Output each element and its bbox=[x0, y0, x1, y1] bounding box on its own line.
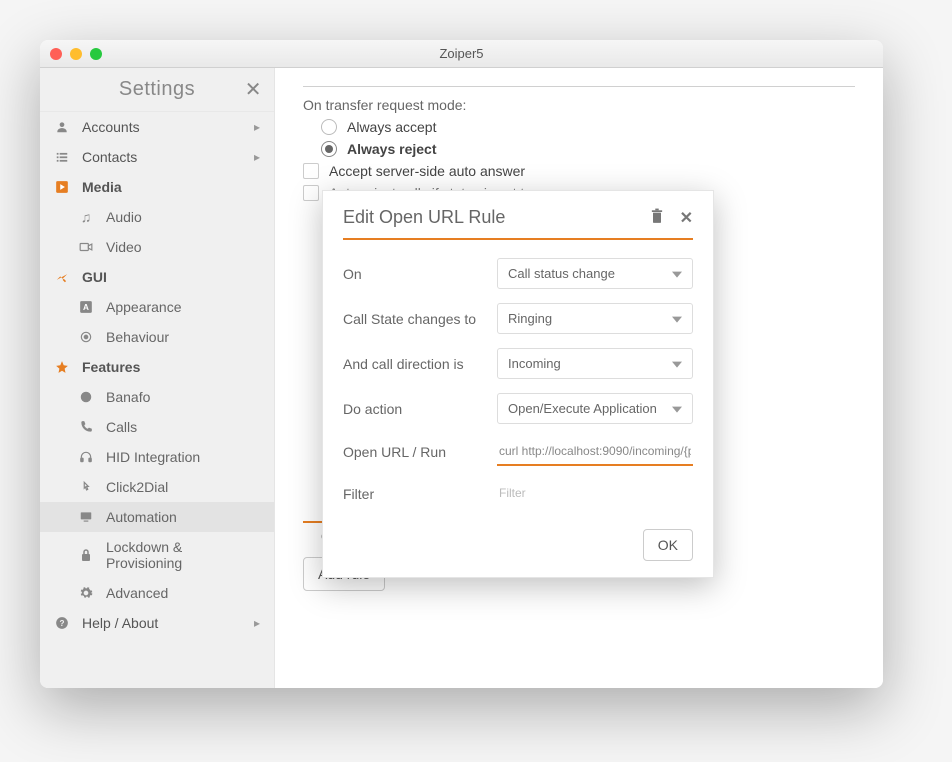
select-direction[interactable]: Incoming bbox=[497, 348, 693, 379]
pointer-icon bbox=[76, 480, 96, 494]
lock-icon bbox=[76, 548, 96, 562]
edit-rule-modal: Edit Open URL Rule ✕ On Call status chan… bbox=[322, 190, 714, 578]
nav-label: Lockdown & Provisioning bbox=[106, 539, 262, 571]
svg-text:?: ? bbox=[60, 619, 65, 628]
nav-label: Help / About bbox=[82, 615, 158, 631]
nav-label: Appearance bbox=[106, 299, 182, 315]
field-label-call-state: Call State changes to bbox=[343, 311, 497, 327]
sidebar-item-advanced[interactable]: Advanced bbox=[40, 578, 274, 608]
nav-label: Advanced bbox=[106, 585, 168, 601]
close-icon[interactable]: ✕ bbox=[680, 208, 693, 228]
url-input[interactable] bbox=[497, 438, 693, 466]
nav-label: GUI bbox=[82, 269, 107, 285]
radio-label: Always accept bbox=[347, 119, 436, 135]
radio-always-reject[interactable]: Always reject bbox=[321, 141, 855, 157]
checkbox-icon bbox=[303, 185, 319, 201]
globe-icon bbox=[76, 390, 96, 404]
person-icon bbox=[52, 120, 72, 134]
sidebar-item-calls[interactable]: Calls bbox=[40, 412, 274, 442]
font-icon: A bbox=[76, 300, 96, 314]
nav-label: Accounts bbox=[82, 119, 140, 135]
nav-label: HID Integration bbox=[106, 449, 200, 465]
ok-button[interactable]: OK bbox=[643, 529, 693, 561]
list-icon bbox=[52, 150, 72, 164]
music-icon: ♫ bbox=[76, 209, 96, 225]
nav-label: Features bbox=[82, 359, 140, 375]
nav-label: Media bbox=[82, 179, 122, 195]
sidebar: Settings ✕ Accounts ▸ Contacts ▸ Media bbox=[40, 68, 275, 688]
sidebar-item-click2dial[interactable]: Click2Dial bbox=[40, 472, 274, 502]
nav-label: Calls bbox=[106, 419, 137, 435]
sidebar-item-video[interactable]: Video bbox=[40, 232, 274, 262]
app-window: Zoiper5 Settings ✕ Accounts ▸ Contacts ▸ bbox=[40, 40, 883, 688]
titlebar: Zoiper5 bbox=[40, 40, 883, 68]
sidebar-item-hid[interactable]: HID Integration bbox=[40, 442, 274, 472]
nav-label: Video bbox=[106, 239, 142, 255]
monitor-icon bbox=[76, 510, 96, 524]
headphones-icon bbox=[76, 450, 96, 464]
trash-icon[interactable] bbox=[650, 208, 664, 228]
chevron-right-icon: ▸ bbox=[254, 150, 260, 164]
radio-label: Always reject bbox=[347, 141, 437, 157]
chevron-right-icon: ▸ bbox=[254, 616, 260, 630]
nav-label: Click2Dial bbox=[106, 479, 168, 495]
help-icon: ? bbox=[52, 616, 72, 630]
sidebar-item-features[interactable]: Features bbox=[40, 352, 274, 382]
nav-label: Behaviour bbox=[106, 329, 169, 345]
nav-label: Banafo bbox=[106, 389, 150, 405]
minimize-icon[interactable] bbox=[70, 48, 82, 60]
select-call-state[interactable]: Ringing bbox=[497, 303, 693, 334]
sidebar-item-lockdown[interactable]: Lockdown & Provisioning bbox=[40, 532, 274, 578]
radio-always-accept[interactable]: Always accept bbox=[321, 119, 855, 135]
transfer-mode-label: On transfer request mode: bbox=[303, 97, 855, 113]
field-label-on: On bbox=[343, 266, 497, 282]
sidebar-item-appearance[interactable]: A Appearance bbox=[40, 292, 274, 322]
field-label-direction: And call direction is bbox=[343, 356, 497, 372]
close-icon[interactable]: ✕ bbox=[245, 77, 262, 102]
sidebar-item-help[interactable]: ? Help / About ▸ bbox=[40, 608, 274, 638]
checkbox-icon bbox=[303, 163, 319, 179]
radio-icon bbox=[321, 119, 337, 135]
sidebar-item-gui[interactable]: GUI bbox=[40, 262, 274, 292]
sidebar-item-automation[interactable]: Automation bbox=[40, 502, 274, 532]
sidebar-item-media[interactable]: Media bbox=[40, 172, 274, 202]
nav-label: Audio bbox=[106, 209, 142, 225]
sidebar-header: Settings ✕ bbox=[40, 68, 274, 112]
chevron-right-icon: ▸ bbox=[254, 120, 260, 134]
target-icon bbox=[76, 330, 96, 344]
sidebar-item-audio[interactable]: ♫ Audio bbox=[40, 202, 274, 232]
sidebar-item-accounts[interactable]: Accounts ▸ bbox=[40, 112, 274, 142]
maximize-icon[interactable] bbox=[90, 48, 102, 60]
field-label-action: Do action bbox=[343, 401, 497, 417]
sidebar-item-banafo[interactable]: Banafo bbox=[40, 382, 274, 412]
window-title: Zoiper5 bbox=[40, 46, 883, 61]
phone-icon bbox=[76, 420, 96, 434]
star-icon bbox=[52, 360, 72, 374]
nav-label: Automation bbox=[106, 509, 177, 525]
modal-title: Edit Open URL Rule bbox=[343, 207, 650, 228]
gear-icon bbox=[76, 586, 96, 600]
camera-icon bbox=[76, 241, 96, 253]
nav-label: Contacts bbox=[82, 149, 137, 165]
field-label-filter: Filter bbox=[343, 486, 497, 502]
radio-icon bbox=[321, 141, 337, 157]
sidebar-item-contacts[interactable]: Contacts ▸ bbox=[40, 142, 274, 172]
checkbox-server-side[interactable]: Accept server-side auto answer bbox=[303, 163, 855, 179]
brush-icon bbox=[52, 270, 72, 284]
close-icon[interactable] bbox=[50, 48, 62, 60]
select-action[interactable]: Open/Execute Application bbox=[497, 393, 693, 424]
field-label-url: Open URL / Run bbox=[343, 444, 497, 460]
sidebar-title: Settings bbox=[119, 78, 195, 101]
select-on[interactable]: Call status change bbox=[497, 258, 693, 289]
svg-text:A: A bbox=[83, 303, 89, 312]
sidebar-item-behaviour[interactable]: Behaviour bbox=[40, 322, 274, 352]
filter-input[interactable] bbox=[497, 480, 693, 507]
play-icon bbox=[52, 180, 72, 194]
checkbox-label: Accept server-side auto answer bbox=[329, 163, 525, 179]
